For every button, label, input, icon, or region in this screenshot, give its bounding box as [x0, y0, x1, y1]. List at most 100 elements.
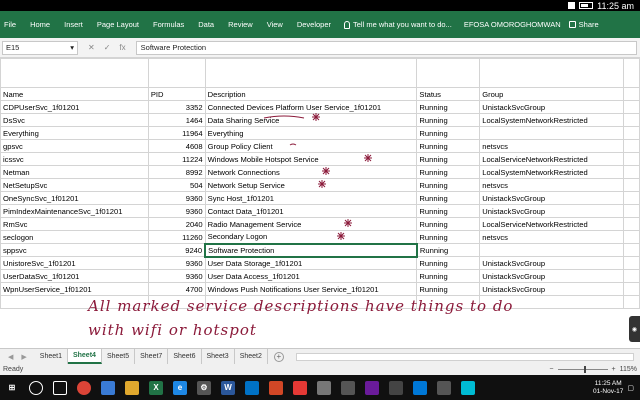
- zoom-out-icon[interactable]: −: [549, 366, 553, 373]
- table-cell[interactable]: Running: [416, 126, 481, 140]
- table-cell[interactable]: Running: [416, 204, 481, 218]
- notification-icon[interactable]: ▢: [627, 384, 634, 392]
- table-cell[interactable]: UnistackSvcGroup: [479, 100, 625, 114]
- table-cell[interactable]: sppsvc: [0, 243, 149, 257]
- task-view-icon[interactable]: [53, 380, 67, 395]
- table-cell[interactable]: UnistackSvcGroup: [479, 269, 625, 283]
- start-icon[interactable]: ⊞: [5, 380, 19, 395]
- table-cell[interactable]: 9360: [147, 191, 206, 205]
- fx-icon[interactable]: fx: [119, 43, 125, 52]
- edge-icon[interactable]: e: [173, 380, 187, 395]
- header-cell[interactable]: Status: [416, 87, 481, 101]
- table-cell[interactable]: 11260: [147, 230, 206, 244]
- user-name[interactable]: EFOSA OMOROGHOMWAN: [464, 20, 561, 29]
- app-icon[interactable]: [341, 380, 355, 395]
- table-cell[interactable]: [479, 243, 625, 257]
- tab-developer[interactable]: Developer: [290, 20, 338, 29]
- table-cell[interactable]: Running: [416, 100, 481, 114]
- cancel-icon[interactable]: ✕: [88, 43, 95, 52]
- teamviewer-icon[interactable]: [461, 380, 475, 395]
- table-cell[interactable]: UnistackSvcGroup: [479, 256, 625, 270]
- table-cell[interactable]: Network Connections: [204, 165, 418, 179]
- formula-input[interactable]: Software Protection: [135, 40, 637, 55]
- table-cell[interactable]: DsSvc: [0, 113, 149, 127]
- tab-insert[interactable]: Insert: [57, 20, 90, 29]
- table-cell[interactable]: netsvcs: [479, 230, 625, 244]
- table-cell[interactable]: User Data Storage_1f01201: [204, 256, 418, 270]
- table-cell[interactable]: icssvc: [0, 152, 149, 166]
- table-cell[interactable]: 11224: [147, 152, 206, 166]
- table-cell[interactable]: Windows Mobile Hotspot Service: [204, 152, 418, 166]
- chrome-icon[interactable]: [77, 380, 91, 395]
- tab-review[interactable]: Review: [221, 20, 260, 29]
- sheet-tab[interactable]: Sheet1: [35, 349, 68, 364]
- table-cell[interactable]: UserDataSvc_1f01201: [0, 269, 149, 283]
- table-cell[interactable]: 1464: [147, 113, 206, 127]
- zoom-in-icon[interactable]: +: [612, 366, 616, 373]
- add-sheet-button[interactable]: +: [273, 351, 284, 362]
- table-cell[interactable]: 9240: [147, 243, 206, 257]
- zoom-slider[interactable]: [557, 366, 608, 373]
- settings-icon[interactable]: ⚙: [197, 380, 211, 395]
- excel-icon[interactable]: X: [149, 380, 163, 395]
- store-icon[interactable]: [101, 380, 115, 395]
- table-cell[interactable]: Contact Data_1f01201: [204, 204, 418, 218]
- sheet-tab[interactable]: Sheet7: [135, 349, 169, 364]
- table-cell[interactable]: Running: [416, 217, 481, 231]
- table-cell[interactable]: Running: [416, 269, 481, 283]
- table-cell[interactable]: gpsvc: [0, 139, 149, 153]
- table-cell[interactable]: Radio Management Service: [204, 217, 418, 231]
- tab-page-layout[interactable]: Page Layout: [90, 20, 146, 29]
- table-cell[interactable]: Netman: [0, 165, 149, 179]
- table-cell[interactable]: 9360: [147, 269, 206, 283]
- table-cell[interactable]: Group Policy Client: [204, 139, 418, 153]
- table-cell[interactable]: OneSyncSvc_1f01201: [0, 191, 149, 205]
- powerpoint-icon[interactable]: [269, 380, 283, 395]
- selected-cell[interactable]: Software Protection: [204, 242, 418, 258]
- table-cell[interactable]: Data Sharing Service: [204, 113, 418, 127]
- table-cell[interactable]: 2040: [147, 217, 206, 231]
- tab-file[interactable]: File: [0, 20, 23, 29]
- table-cell[interactable]: UnistackSvcGroup: [479, 204, 625, 218]
- sheet-tab[interactable]: Sheet4: [67, 349, 102, 364]
- word-icon[interactable]: W: [221, 380, 235, 395]
- zoom-level[interactable]: 115%: [620, 366, 637, 373]
- scroll-right-icon[interactable]: ▶: [21, 353, 26, 361]
- app-icon[interactable]: [413, 380, 427, 395]
- sheet-tab[interactable]: Sheet3: [202, 349, 235, 364]
- table-cell[interactable]: UnistackSvcGroup: [479, 191, 625, 205]
- table-cell[interactable]: Running: [416, 139, 481, 153]
- table-cell[interactable]: NetSetupSvc: [0, 178, 149, 192]
- table-cell[interactable]: 3352: [147, 100, 206, 114]
- table-cell[interactable]: Network Setup Service: [204, 178, 418, 192]
- sheet-tab[interactable]: Sheet5: [102, 349, 136, 364]
- table-cell[interactable]: 8992: [147, 165, 206, 179]
- scroll-left-icon[interactable]: ◀: [8, 353, 13, 361]
- table-cell[interactable]: seclogon: [0, 230, 149, 244]
- share-button[interactable]: Share: [568, 20, 599, 29]
- app-icon[interactable]: [437, 380, 451, 395]
- header-cell[interactable]: PID: [147, 87, 206, 101]
- table-cell[interactable]: Running: [416, 230, 481, 244]
- header-cell[interactable]: Description: [204, 87, 418, 101]
- table-cell[interactable]: User Data Access_1f01201: [204, 269, 418, 283]
- table-cell[interactable]: [479, 126, 625, 140]
- table-cell[interactable]: Running: [416, 191, 481, 205]
- table-cell[interactable]: 4608: [147, 139, 206, 153]
- table-cell[interactable]: Running: [416, 178, 481, 192]
- table-cell[interactable]: 9360: [147, 256, 206, 270]
- table-cell[interactable]: CDPUserSvc_1f01201: [0, 100, 149, 114]
- table-cell[interactable]: Connected Devices Platform User Service_…: [204, 100, 418, 114]
- header-cell[interactable]: Group: [479, 87, 625, 101]
- name-box[interactable]: E15 ▾: [2, 40, 78, 55]
- table-cell[interactable]: Running: [416, 256, 481, 270]
- table-cell[interactable]: RmSvc: [0, 217, 149, 231]
- table-cell[interactable]: 9360: [147, 204, 206, 218]
- sheet-tab[interactable]: Sheet2: [235, 349, 268, 364]
- horizontal-scrollbar[interactable]: [295, 352, 634, 361]
- table-cell[interactable]: Everything: [204, 126, 418, 140]
- tab-formulas[interactable]: Formulas: [146, 20, 191, 29]
- table-cell[interactable]: Secondary Logon: [204, 230, 418, 244]
- acrobat-icon[interactable]: [293, 380, 307, 395]
- table-cell[interactable]: LocalSystemNetworkRestricted: [479, 165, 625, 179]
